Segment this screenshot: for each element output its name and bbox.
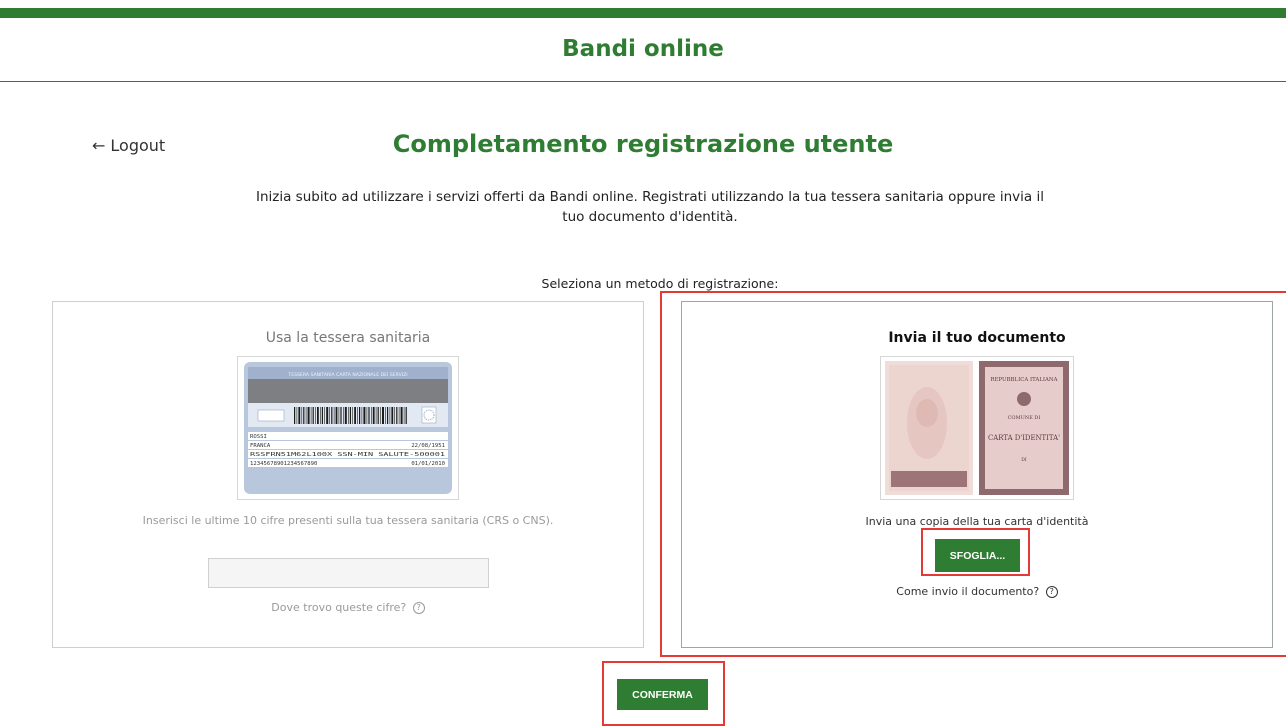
id-card-di-text: DI — [1021, 457, 1027, 463]
document-help-link[interactable]: Come invio il documento? ? — [682, 585, 1272, 598]
top-accent-bar — [0, 8, 1286, 18]
health-card-image: TESSERA SANITARIA CARTA NAZIONALE DEI SE… — [237, 356, 459, 500]
card-header-text: TESSERA SANITARIA CARTA NAZIONALE DEI SE… — [287, 372, 407, 378]
card-expiry: 01/01/2010 — [411, 461, 445, 467]
document-copy-text: Invia una copia della tua carta d'identi… — [865, 515, 1089, 528]
health-card-option[interactable]: Usa la tessera sanitaria TESSERA SANITAR… — [52, 301, 644, 648]
card-birth-date: 22/08/1951 — [411, 443, 445, 449]
id-card-comune-text: COMUNE DI — [1008, 415, 1041, 421]
document-upload-title: Invia il tuo documento — [888, 330, 1066, 346]
card-surname: ROSSI — [250, 434, 267, 440]
confirm-button[interactable]: CONFERMA — [617, 679, 708, 710]
card-number: 12345678901234567890 — [250, 461, 317, 467]
health-card-code-input[interactable] — [208, 558, 489, 588]
card-name: FRANCA — [250, 443, 271, 449]
identity-card-image: REPUBBLICA ITALIANA COMUNE DI CARTA D'ID… — [880, 356, 1074, 500]
card-fiscal-code: RSSFRN51M62L100X SSN-MIN SALUTE-500001 — [250, 452, 445, 458]
header-divider — [0, 81, 1286, 82]
health-card-title: Usa la tessera sanitaria — [265, 330, 431, 346]
health-card-help-link[interactable]: Dove trovo queste cifre? ? — [53, 601, 643, 614]
intro-text: Inizia subito ad utilizzare i servizi of… — [255, 189, 1044, 225]
health-card-help-label: Dove trovo queste cifre? — [271, 601, 407, 614]
help-circle-icon: ? — [1045, 586, 1058, 598]
browse-button[interactable]: SFOGLIA... — [935, 539, 1020, 572]
document-help-label: Come invio il documento? — [896, 585, 1040, 598]
id-card-title-text: CARTA D'IDENTITA' — [988, 433, 1060, 442]
page-title: Completamento registrazione utente — [392, 130, 894, 158]
site-title: Bandi online — [562, 36, 724, 62]
health-card-hint: Inserisci le ultime 10 cifre presenti su… — [142, 514, 554, 527]
help-circle-icon: ? — [412, 602, 425, 614]
id-card-republic-text: REPUBBLICA ITALIANA — [991, 377, 1058, 383]
document-upload-option[interactable]: Invia il tuo documento REPUBBLICA ITALIA… — [681, 301, 1273, 648]
method-select-label: Seleziona un metodo di registrazione: — [541, 276, 779, 291]
